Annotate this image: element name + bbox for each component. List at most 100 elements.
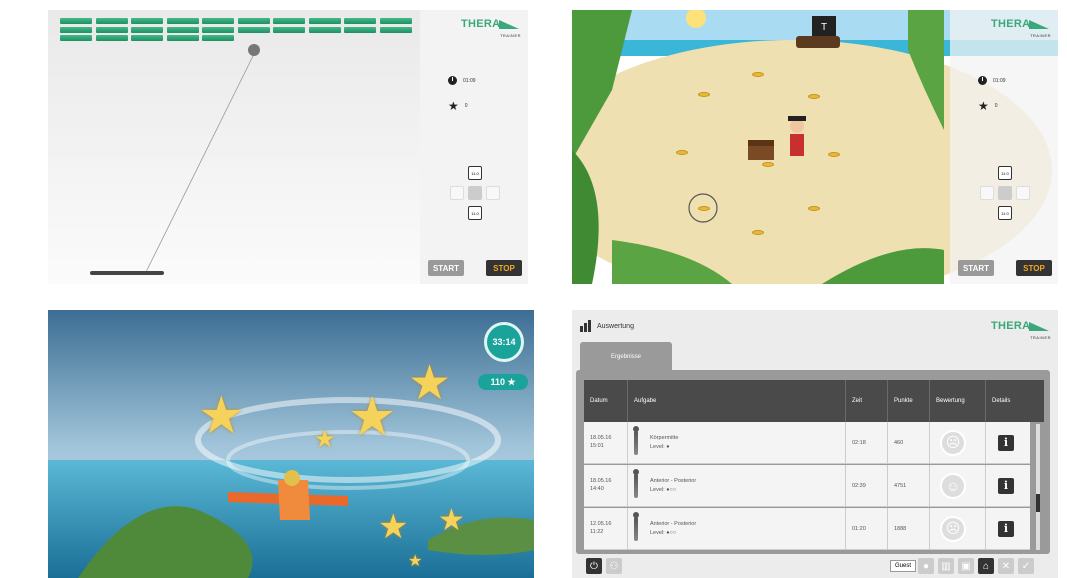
lock-icon[interactable]: ▣ [958,558,974,574]
ball-trajectory [90,44,260,275]
star: ★ [438,504,465,537]
dpad-right [486,186,500,200]
dpad-center-icon [998,186,1012,200]
start-button[interactable]: START [428,260,464,276]
timer-badge: 33:14 [484,322,524,362]
table-row[interactable]: 18.05.16 14:40 Anterior - Posterior Level… [584,465,1030,507]
users-button[interactable]: ⚇ [606,558,622,574]
start-button[interactable]: START [958,260,994,276]
row-date: 12.05.16 11:22 [584,508,628,549]
user-icon[interactable]: ● [918,558,934,574]
body-figure-icon [633,425,639,455]
stop-button[interactable]: STOP [486,260,522,276]
sad-face-icon: ☹ [940,515,966,542]
row-rating: ☹ [930,422,986,463]
dpad-left [980,186,994,200]
row-points: 4751 [888,465,930,506]
power-button[interactable]: ⏻ [586,558,602,574]
happy-face-icon: ☺ [940,472,966,499]
info-icon[interactable]: i [998,477,1014,494]
dpad-up-value: 11.0 [998,166,1012,180]
theratrainer-logo: THERA TRAINER [461,18,521,38]
dpad-left [450,186,464,200]
clock-icon [978,76,987,85]
col-aufgabe: Aufgabe [628,380,846,422]
svg-text:T: T [821,22,827,33]
row-details: i [986,422,1026,463]
flight-game-panel: ★ ★ ★ ★ ★ ★ ★ 33:14 110 ★ [48,310,534,578]
theratrainer-logo: THERA TRAINER [991,18,1051,38]
coin [808,94,820,99]
row-task: Anterior - Posterior Level: ●○○ [628,465,846,506]
row-rating: ☹ [930,508,986,549]
score-badge: 110 ★ [478,374,528,390]
coin [808,206,820,211]
results-panel: Auswertung THERA TRAINER Ergebnisse Datum… [572,310,1058,578]
star-icon: ★ [978,99,989,113]
row-task: Anterior - Posterior Level: ●○○ [628,508,846,549]
scrollbar-track[interactable] [1036,424,1040,550]
close-icon[interactable]: ✕ [998,558,1014,574]
time-display: 01:09 [978,76,1006,85]
coin [698,206,710,211]
info-icon[interactable]: i [998,434,1014,451]
coin [828,152,840,157]
col-punkte: Punkte [888,380,930,422]
col-datum: Datum [584,380,628,422]
star: ★ [314,426,336,453]
row-time: 02:18 [846,422,888,463]
paddle[interactable] [90,271,164,275]
dpad-down-value: 11.0 [468,206,482,220]
time-display: 01:09 [448,76,476,85]
theratrainer-logo: THERA TRAINER [991,320,1051,340]
row-time: 02:39 [846,465,888,506]
star: ★ [378,508,409,546]
row-points: 1888 [888,508,930,549]
table-row[interactable]: 12.05.16 11:22 Anterior - Posterior Level… [584,508,1030,550]
row-date: 18.05.16 15:01 [584,422,628,463]
body-figure-icon [633,468,639,498]
control-sidebar: THERA TRAINER 01:09 ★ 0 11.0 11.0 START ST… [950,10,1058,284]
home-button[interactable]: ⌂ [978,558,994,574]
row-points: 460 [888,422,930,463]
col-details: Details [992,398,1011,404]
scrollbar-thumb[interactable] [1036,494,1040,512]
row-details: i [986,465,1026,506]
row-time: 01:20 [846,508,888,549]
score-display: ★ 0 [978,99,998,113]
direction-pad: 11.0 11.0 [446,166,506,226]
stop-button[interactable]: STOP [1016,260,1052,276]
direction-pad: 11.0 11.0 [976,166,1036,226]
user-label: Guest [890,560,916,572]
body-figure-icon [633,511,639,541]
clock-icon [448,76,457,85]
coin [698,92,710,97]
table-header: Datum Aufgabe Zeit Punkte Bewertung Deta… [584,380,1044,422]
dpad-right [1016,186,1030,200]
info-icon[interactable]: i [998,520,1014,537]
ball [248,44,260,56]
coin [676,150,688,155]
tab-ergebnisse[interactable]: Ergebnisse [580,342,672,372]
flight-scene [48,310,534,578]
dpad-center-icon [468,186,482,200]
results-header: Auswertung [580,320,634,332]
dpad-up-value: 11.0 [468,166,482,180]
star: ★ [408,553,423,570]
treasure-chest-icon [748,140,774,160]
row-task: Körpermitte Level: ● [628,422,846,463]
coin [752,230,764,235]
table-row[interactable]: 18.05.16 15:01 Körpermitte Level: ● 02:18… [584,422,1030,464]
pirate-game-panel: T THERA TRAINER 01:09 ★ 0 11.0 11.0 STAR… [572,10,1058,284]
dpad-down-value: 11.0 [998,206,1012,220]
col-zeit: Zeit [846,380,888,422]
control-sidebar: THERA TRAINER 01:09 ★ 0 11.0 11.0 START ST… [420,10,528,284]
neutral-face-icon: ☹ [940,429,966,456]
star: ★ [408,357,452,410]
statistics-button[interactable]: ▥ [938,558,954,574]
row-date: 18.05.16 14:40 [584,465,628,506]
star-icon: ★ [448,99,459,113]
star: ★ [348,387,397,447]
coin [752,72,764,77]
check-icon[interactable]: ✓ [1018,558,1034,574]
